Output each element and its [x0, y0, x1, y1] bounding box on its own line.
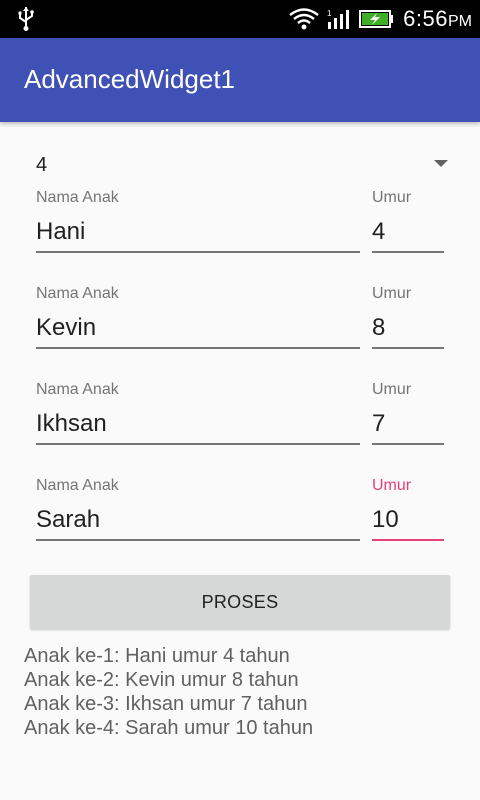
- count-spinner[interactable]: 4: [24, 142, 456, 186]
- age-label: Umur: [372, 189, 412, 206]
- app-bar: AdvancedWidget1: [0, 38, 480, 122]
- age-label: Umur: [372, 381, 412, 398]
- child-row: Nama Anak Umur: [0, 285, 480, 381]
- child-row: Nama Anak Umur: [0, 381, 480, 477]
- svg-text:1: 1: [327, 9, 332, 18]
- result-line: Anak ke-3: Ikhsan umur 7 tahun: [24, 693, 308, 715]
- wifi-icon: [289, 8, 319, 30]
- result-line: Anak ke-1: Hani umur 4 tahun: [24, 645, 290, 667]
- status-bar: 1 6:56PM: [0, 0, 480, 38]
- results-list: Anak ke-1: Hani umur 4 tahun Anak ke-2: …: [24, 644, 464, 740]
- battery-charging-icon: [359, 10, 394, 28]
- signal-icon: 1: [327, 9, 350, 29]
- child-row: Nama Anak Umur: [0, 477, 480, 573]
- name-label: Nama Anak: [36, 477, 119, 494]
- dropdown-arrow-icon: [434, 160, 448, 167]
- child-name-field[interactable]: [36, 309, 360, 349]
- name-label: Nama Anak: [36, 189, 119, 206]
- name-label: Nama Anak: [36, 285, 119, 302]
- child-age-field[interactable]: [372, 309, 444, 349]
- child-name-field[interactable]: [36, 405, 360, 445]
- usb-icon: [18, 7, 34, 31]
- age-label: Umur: [372, 285, 412, 302]
- status-ampm: PM: [448, 13, 472, 30]
- child-age-field[interactable]: [372, 405, 444, 445]
- app-title: AdvancedWidget1: [24, 64, 236, 94]
- status-time: 6:56: [403, 6, 448, 31]
- child-age-field[interactable]: [372, 213, 444, 253]
- child-name-field[interactable]: [36, 501, 360, 541]
- age-label: Umur: [372, 477, 412, 494]
- child-name-field[interactable]: [36, 213, 360, 253]
- result-line: Anak ke-4: Sarah umur 10 tahun: [24, 717, 314, 739]
- child-row: Nama Anak Umur: [0, 189, 480, 285]
- child-age-field[interactable]: [372, 501, 444, 541]
- result-line: Anak ke-2: Kevin umur 8 tahun: [24, 669, 299, 691]
- proses-button[interactable]: PROSES: [30, 575, 450, 629]
- name-label: Nama Anak: [36, 381, 119, 398]
- spinner-selected-value: 4: [36, 154, 48, 176]
